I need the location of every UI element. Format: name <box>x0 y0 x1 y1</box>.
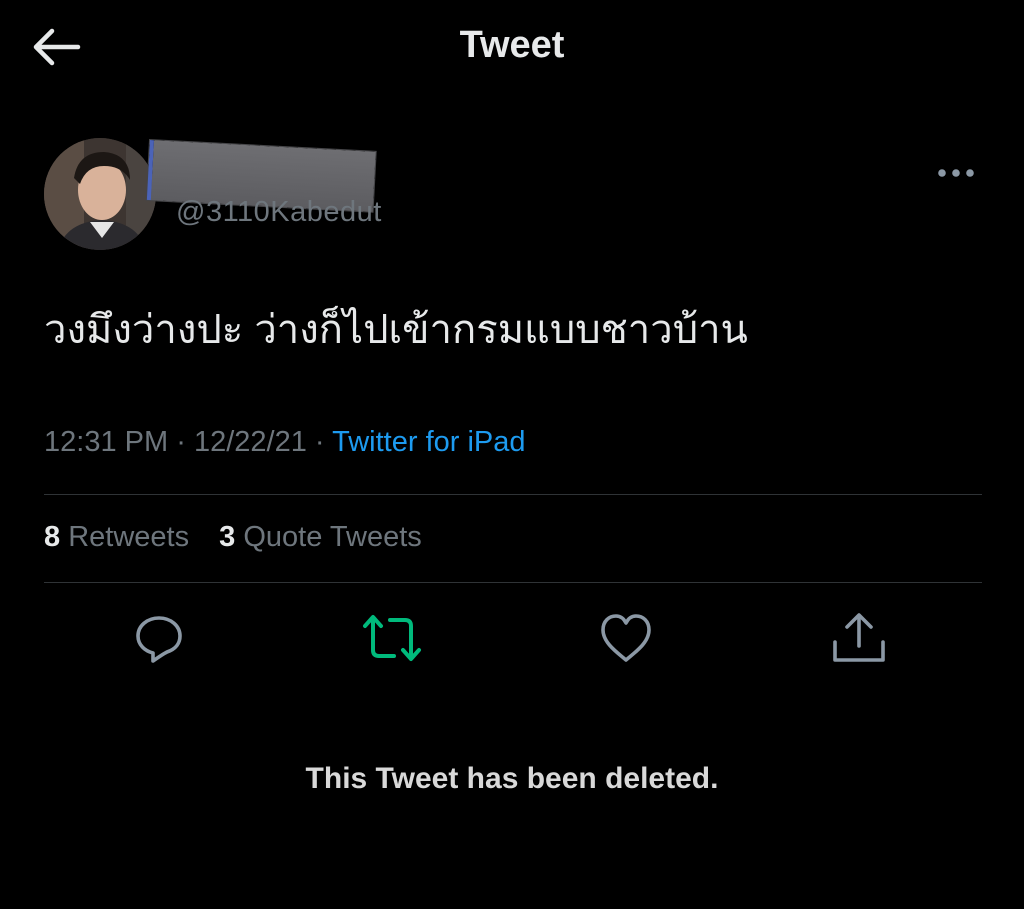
top-bar: Tweet <box>0 0 1024 100</box>
retweet-icon <box>363 615 421 661</box>
meta-separator: · <box>314 426 325 458</box>
deleted-notice: This Tweet has been deleted. <box>305 762 719 795</box>
more-dots-icon <box>938 169 974 177</box>
more-options-button[interactable] <box>930 156 986 190</box>
reply-button[interactable] <box>129 608 189 668</box>
tweet-source-link[interactable]: Twitter for iPad <box>332 426 525 458</box>
share-button[interactable] <box>829 608 889 668</box>
tweet-text: วงมึงว่างปะ ว่างก็ไปเข้ากรมแบบชาวบ้าน <box>44 308 748 352</box>
share-icon <box>833 613 885 662</box>
meta-separator: · <box>176 426 186 458</box>
page-title: Tweet <box>459 24 565 66</box>
profile-photo <box>44 138 156 250</box>
divider <box>44 582 982 583</box>
avatar[interactable] <box>44 138 156 250</box>
divider <box>44 494 982 495</box>
reply-icon <box>136 616 182 663</box>
quote-tweets-label: Quote Tweets <box>243 521 422 553</box>
quote-tweets-count: 3 <box>219 521 236 553</box>
tweet-meta: 12:31 PM · 12/22/21 · Twitter for iPad <box>44 426 526 459</box>
tweet-stats: 8 Retweets 3 Quote Tweets <box>44 521 444 554</box>
heart-icon <box>601 614 651 662</box>
retweet-button[interactable] <box>362 608 422 668</box>
author-handle[interactable]: @3110Kabedut <box>176 196 382 229</box>
retweets-label: Retweets <box>68 521 190 553</box>
retweets-stat[interactable]: 8 Retweets <box>44 521 189 554</box>
tweet-date: 12/22/21 <box>193 426 307 458</box>
retweets-count: 8 <box>44 521 61 553</box>
quote-tweets-stat[interactable]: 3 Quote Tweets <box>219 521 422 554</box>
tweet-time: 12:31 PM <box>44 426 169 458</box>
like-button[interactable] <box>596 608 656 668</box>
